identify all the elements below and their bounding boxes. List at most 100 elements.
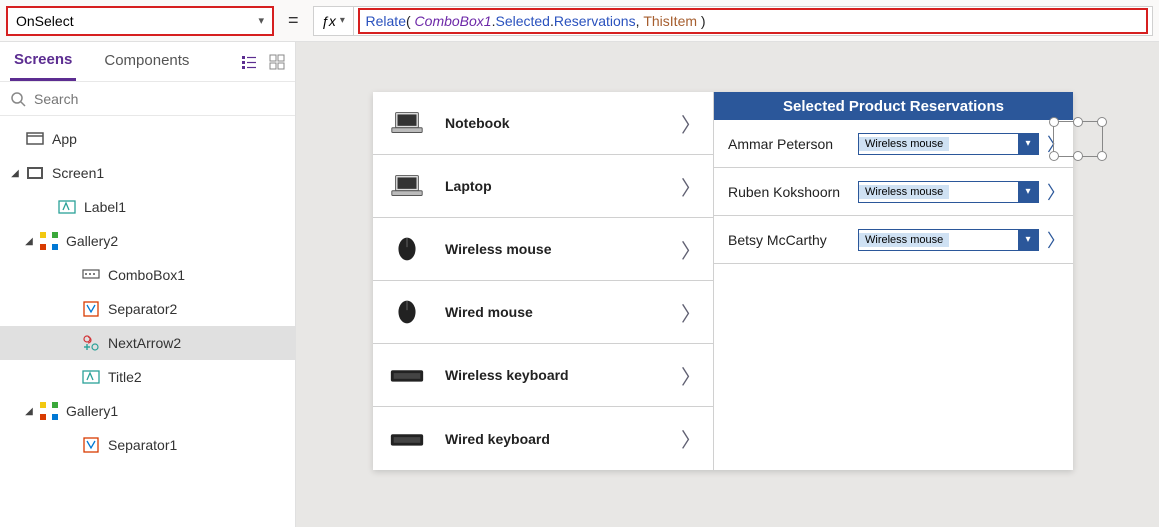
nextarrow2-icon [82,334,100,352]
product-name: Wireless mouse [445,241,681,257]
product-name: Wireless keyboard [445,367,681,383]
tree-node-separator2[interactable]: Separator2 [0,292,295,326]
reservation-combobox[interactable]: Wireless mouse ▾ [858,181,1039,203]
tree-node-app[interactable]: App [0,122,295,156]
chevron-right-icon[interactable]: 〉 [681,235,701,264]
workspace: Screens Components App ◢ [0,42,1159,527]
fx-button[interactable]: ƒx ▾ [314,7,354,35]
formula-bar: OnSelect ▾ = ƒx▾ Relate( ComboBox1.Selec… [0,0,1159,42]
reservation-combobox[interactable]: Wireless mouse ▾ [858,133,1039,155]
chevron-right-icon[interactable]: 〉 [1045,131,1067,157]
search-row [0,82,295,116]
tree-panel: Screens Components App ◢ [0,42,296,527]
formula-input[interactable]: Relate( ComboBox1.Selected.Reservations,… [358,8,1148,34]
app-preview: Notebook〉Laptop〉Wireless mouse〉Wired mou… [373,92,1073,470]
chevron-down-icon[interactable]: ▾ [1018,182,1038,202]
chevron-right-icon[interactable]: 〉 [1045,179,1067,205]
chevron-right-icon[interactable]: 〉 [681,298,701,327]
product-row[interactable]: Wired mouse〉 [373,281,713,344]
screen-icon [26,164,44,182]
combobox-value: Wireless mouse [859,233,949,247]
label-icon [82,368,100,386]
canvas: Notebook〉Laptop〉Wireless mouse〉Wired mou… [296,42,1159,527]
formula-token-prop: Reservations [554,13,636,29]
product-name: Laptop [445,178,681,194]
combobox-value: Wireless mouse [859,185,949,199]
separator-icon [82,436,100,454]
reservations-header: Selected Product Reservations [714,92,1073,120]
tree-node-screen1[interactable]: ◢ Screen1 [0,156,295,190]
property-selector-value: OnSelect [16,13,74,29]
combobox-icon [82,266,100,284]
tree-node-title2[interactable]: Title2 [0,360,295,394]
formula-token-fn: Relate [366,13,406,29]
product-name: Notebook [445,115,681,131]
search-input[interactable] [34,91,285,107]
product-image [387,296,427,328]
reservation-name: Ruben Kokshoorn [728,184,858,200]
tree-node-nextarrow2[interactable]: NextArrow2 [0,326,295,360]
tree-label: Gallery2 [66,233,118,249]
product-image [387,423,427,455]
chevron-right-icon[interactable]: 〉 [681,109,701,138]
tree-label: ComboBox1 [108,267,185,283]
chevron-right-icon[interactable]: 〉 [681,361,701,390]
combobox-value: Wireless mouse [859,137,949,151]
property-selector[interactable]: OnSelect ▾ [6,6,274,36]
reservation-row: Ruben KokshoornWireless mouse ▾ 〉 [714,168,1073,216]
chevron-right-icon[interactable]: 〉 [681,424,701,453]
caret-icon[interactable]: ◢ [22,236,36,247]
tree-node-combobox1[interactable]: ComboBox1 [0,258,295,292]
fx-icon: ƒx [321,13,336,29]
reservation-name: Betsy McCarthy [728,232,858,248]
product-row[interactable]: Laptop〉 [373,155,713,218]
chevron-down-icon: ▾ [258,14,264,27]
formula-token-comma: , [636,13,644,29]
tree-node-gallery2[interactable]: ◢ Gallery2 [0,224,295,258]
tree-view: App ◢ Screen1 Label1 ◢ Gallery2 ComboBox… [0,116,295,527]
product-row[interactable]: Notebook〉 [373,92,713,155]
gallery-icon [40,402,58,420]
chevron-down-icon[interactable]: ▾ [1018,134,1038,154]
chevron-right-icon[interactable]: 〉 [1045,227,1067,253]
formula-token-obj: ComboBox1 [415,13,492,29]
tree-label: Separator1 [108,437,177,453]
formula-token-this: ThisItem [643,13,697,29]
product-row[interactable]: Wireless keyboard〉 [373,344,713,407]
thumbnails-icon[interactable] [269,54,285,70]
app-icon [26,130,44,148]
caret-icon[interactable]: ◢ [8,168,22,179]
reservation-combobox[interactable]: Wireless mouse ▾ [858,229,1039,251]
formula-area: ƒx ▾ Relate( ComboBox1.Selected.Reservati… [313,6,1153,36]
reservations-column: Selected Product Reservations Ammar Pete… [713,92,1073,470]
tree-expand-icon[interactable] [241,54,257,70]
tree-label: Screen1 [52,165,104,181]
product-name: Wired mouse [445,304,681,320]
product-image [387,170,427,202]
product-image [387,107,427,139]
tree-label: Gallery1 [66,403,118,419]
panel-tabs: Screens Components [0,42,295,82]
formula-token-open: ( [406,13,415,29]
separator-icon [82,300,100,318]
tree-label: App [52,131,77,147]
chevron-right-icon[interactable]: 〉 [681,172,701,201]
product-row[interactable]: Wired keyboard〉 [373,407,713,470]
formula-token-prop: Selected [495,13,549,29]
reservation-row: Ammar PetersonWireless mouse ▾ 〉 [714,120,1073,168]
chevron-down-icon[interactable]: ▾ [1018,230,1038,250]
gallery-products: Notebook〉Laptop〉Wireless mouse〉Wired mou… [373,92,713,470]
search-icon [10,91,26,107]
tree-node-gallery1[interactable]: ◢ Gallery1 [0,394,295,428]
reservation-name: Ammar Peterson [728,136,858,152]
chevron-down-icon: ▾ [340,15,345,26]
tab-components[interactable]: Components [100,44,193,79]
tree-node-separator1[interactable]: Separator1 [0,428,295,462]
product-image [387,359,427,391]
tree-label: Separator2 [108,301,177,317]
product-row[interactable]: Wireless mouse〉 [373,218,713,281]
tree-label: NextArrow2 [108,335,181,351]
tree-node-label1[interactable]: Label1 [0,190,295,224]
tab-screens[interactable]: Screens [10,43,76,81]
caret-icon[interactable]: ◢ [22,406,36,417]
